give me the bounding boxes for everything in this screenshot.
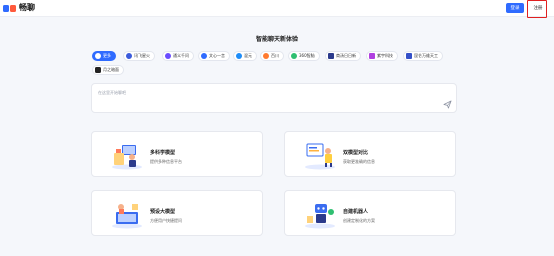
card-title: 预设大模型 <box>150 209 176 215</box>
model-chip-more[interactable]: 更多 <box>92 51 116 61</box>
model-chip-ziyu[interactable]: 紫宇科技 <box>366 51 398 61</box>
model-chip-wenxin[interactable]: 文心一言 <box>198 51 230 61</box>
tiangong-icon <box>406 53 412 59</box>
card-title: 双模型对比 <box>343 150 369 156</box>
model-chip-label: 更多 <box>103 53 111 58</box>
dual-model-illustration-icon <box>305 143 335 170</box>
logo-mark-icon <box>3 4 16 12</box>
feature-card-preset-model[interactable]: 预设大模型 方便用户快捷提问 <box>91 190 263 236</box>
ziyu-icon <box>369 53 375 59</box>
hunyuan-icon <box>236 53 242 59</box>
multi-model-illustration-icon <box>112 145 142 170</box>
model-chip-label: 通义千问 <box>173 53 189 58</box>
register-highlight-box <box>527 0 547 18</box>
model-chip-xunfei[interactable]: 讯飞星火 <box>123 51 155 61</box>
top-bar: 畅聊 登录 注册 <box>0 0 554 18</box>
login-button[interactable]: 登录 <box>506 3 524 13</box>
send-icon[interactable] <box>443 100 452 109</box>
model-chip-label: 讯飞星火 <box>134 53 150 58</box>
card-subtitle: 获取更准确的信息 <box>343 159 375 164</box>
brand-logo[interactable]: 畅聊 <box>3 3 35 13</box>
moonshot-icon <box>95 67 101 73</box>
model-chip-shangtang[interactable]: 商汤日日新 <box>325 51 361 61</box>
model-chip-hunyuan[interactable]: 混元 <box>233 51 257 61</box>
model-chip-label: 文心一言 <box>209 53 225 58</box>
model-chip-baichuan[interactable]: 百川 <box>260 51 284 61</box>
card-subtitle: 创建定制化的方案 <box>343 218 375 223</box>
model-chip-moonshot[interactable]: 月之暗面 <box>92 65 124 75</box>
card-title: 自建机器人 <box>343 209 369 215</box>
page-title: 智能聊天新体验 <box>255 36 298 43</box>
brand-name: 畅聊 <box>19 3 35 12</box>
card-subtitle: 方便用户快捷提问 <box>150 218 182 223</box>
model-chip-tongyi[interactable]: 通义千问 <box>162 51 194 61</box>
model-chip-label: 紫宇科技 <box>377 53 393 58</box>
feature-card-custom-robot[interactable]: 自建机器人 创建定制化的方案 <box>284 190 456 236</box>
shangtang-icon <box>328 53 334 59</box>
xunfei-icon <box>126 53 132 59</box>
chat-input-placeholder: 在这里开始聊吧 <box>98 90 126 95</box>
card-subtitle: 提供多种信息平台 <box>150 159 182 164</box>
model-chip-label: 昆仑万维天工 <box>414 53 438 58</box>
wenxin-icon <box>201 53 207 59</box>
model-chip-label: 混元 <box>244 53 252 58</box>
model-chip-label: 月之暗面 <box>103 67 119 72</box>
more-icon <box>95 53 101 59</box>
feature-card-dual-model[interactable]: 双模型对比 获取更准确的信息 <box>284 131 456 177</box>
model-chip-label: 360智脑 <box>299 53 315 58</box>
model-chip-tiangong[interactable]: 昆仑万维天工 <box>403 51 443 61</box>
card-title: 多科学模型 <box>150 150 176 156</box>
model-chip-360[interactable]: 360智脑 <box>288 51 320 61</box>
chat-input[interactable]: 在这里开始聊吧 <box>91 83 457 113</box>
baichuan-icon <box>263 53 269 59</box>
model-chip-label: 百川 <box>271 53 279 58</box>
tongyi-icon <box>165 53 171 59</box>
360-icon <box>291 53 297 59</box>
model-chip-label: 商汤日日新 <box>336 53 356 58</box>
custom-robot-illustration-icon <box>305 204 335 229</box>
feature-card-multi-model[interactable]: 多科学模型 提供多种信息平台 <box>91 131 263 177</box>
preset-model-illustration-icon <box>112 204 142 229</box>
